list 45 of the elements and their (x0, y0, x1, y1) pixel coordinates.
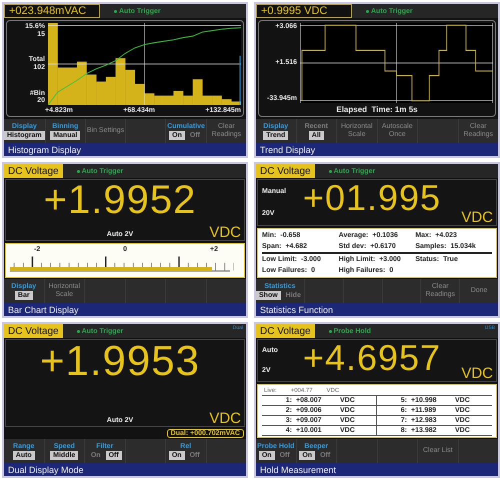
reading-value: +4.6957 (302, 340, 442, 376)
reading-unit: VDC (461, 210, 493, 225)
softkey-blank[interactable] (126, 439, 165, 463)
elapsed-time: Elapsed Time: 1m 5s (336, 105, 418, 114)
mode-caption: Dual Display Mode (4, 463, 246, 476)
reading-unit: VDC (209, 411, 241, 426)
softkey-blank[interactable] (206, 439, 246, 463)
mode-caption: Trend Display (256, 143, 498, 156)
histogram-bar (86, 74, 96, 105)
function-label: DC Voltage (256, 324, 315, 338)
reading-value: +01.995 (302, 180, 442, 216)
softkey-blank[interactable] (344, 279, 382, 303)
softkey-blank[interactable] (166, 279, 206, 303)
function-label: DC Voltage (256, 164, 315, 178)
softkey-blank[interactable] (382, 279, 420, 303)
status-dot-icon (366, 10, 369, 12)
function-label: DC Voltage (4, 164, 63, 178)
status-dot-icon (328, 170, 332, 172)
softkey-blank[interactable] (126, 279, 165, 303)
reading-display: +023.948mVAC (4, 4, 100, 18)
softkey-blank[interactable] (85, 279, 124, 303)
mode-caption: Statistics Function (256, 303, 498, 316)
status-dot-icon (76, 330, 80, 332)
reading-unit: VDC (461, 366, 493, 381)
softkey-blank[interactable] (418, 119, 458, 143)
reading-value: +1.9953 (40, 340, 200, 382)
function-label: DC Voltage (4, 324, 63, 338)
softkey-blank[interactable] (458, 439, 498, 463)
reading-value: +1.9952 (42, 180, 198, 220)
status-dot-icon (114, 10, 117, 12)
histogram-bar (154, 96, 164, 105)
softkey-blank[interactable] (378, 439, 417, 463)
mode-caption: Hold Measurement (256, 463, 498, 476)
softkey-blank[interactable] (304, 279, 343, 303)
softkey-blank[interactable] (126, 119, 166, 143)
mode-caption: Histogram Display (4, 143, 246, 156)
status-dot-icon (328, 330, 332, 332)
status-dot-icon (76, 170, 80, 172)
reading-unit: VDC (209, 224, 241, 240)
softkey-blank[interactable] (337, 439, 376, 463)
cursor-line (240, 56, 241, 105)
mode-caption: Bar Chart Display (4, 303, 246, 316)
softkey-blank[interactable] (206, 279, 246, 303)
histogram-bar (96, 82, 106, 105)
reading-display: +0.9995 VDC (256, 4, 352, 18)
